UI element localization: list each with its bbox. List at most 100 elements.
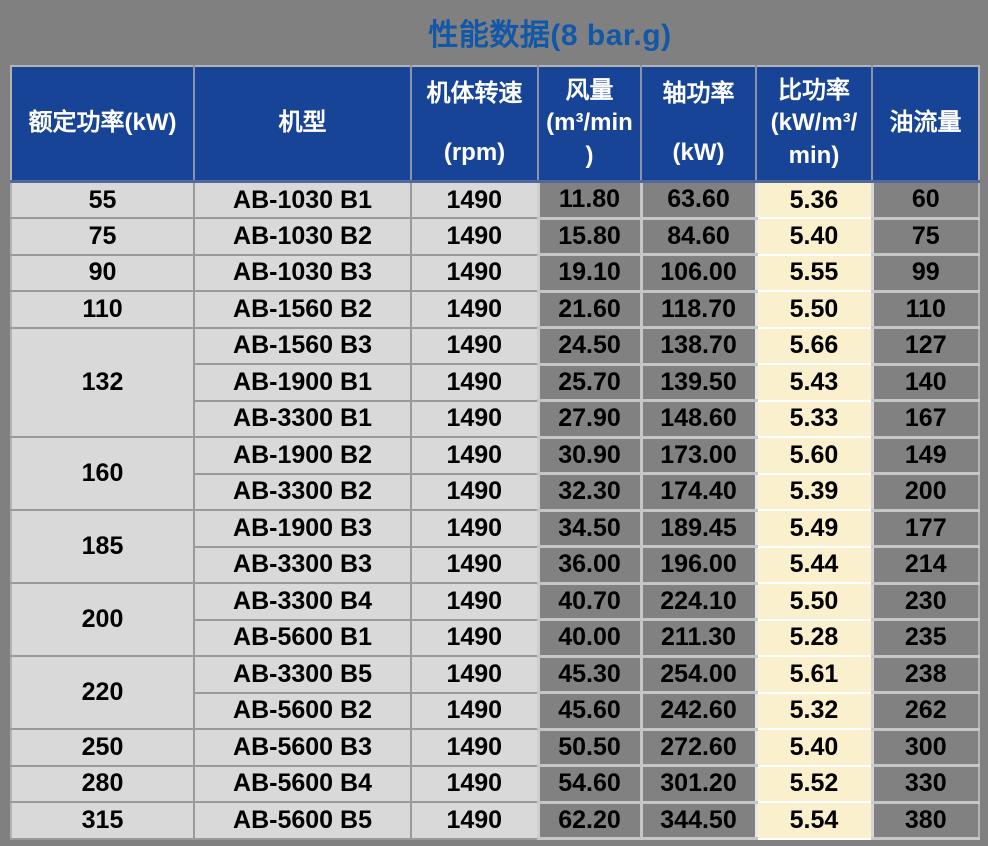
cell-rated-power: 75 [11,218,194,255]
table-row: 280 AB-5600 B4 1490 54.60 301.20 5.52 33… [11,766,979,803]
cell-airflow: 21.60 [538,291,641,328]
cell-oil-flow: 167 [872,401,979,438]
cell-specific-power: 5.60 [756,437,872,474]
column-header-oil-flow: 油流量 [872,66,979,182]
cell-airflow: 15.80 [538,218,641,255]
cell-model: AB-1900 B3 [194,510,411,547]
column-header-speed: 机体转速(rpm) [411,66,538,182]
column-header-shaft-power: 轴功率 (kW) [641,66,756,182]
table-row: 55 AB-1030 B1 1490 11.80 63.60 5.36 60 [11,182,979,219]
cell-speed: 1490 [411,364,538,401]
cell-model: AB-5600 B3 [194,729,411,766]
table-row: 200 AB-3300 B4 1490 40.70 224.10 5.50 23… [11,583,979,620]
cell-airflow: 25.70 [538,364,641,401]
table-row: 185 AB-1900 B3 1490 34.50 189.45 5.49 17… [11,510,979,547]
cell-specific-power: 5.33 [756,401,872,438]
cell-oil-flow: 238 [872,656,979,693]
cell-speed: 1490 [411,474,538,511]
cell-shaft-power: 242.60 [641,693,756,730]
cell-rated-power: 132 [11,328,194,438]
column-header-specific-power: 比功率(kW/m³/min) [756,66,872,182]
cell-speed: 1490 [411,656,538,693]
header-unit: (kW) [673,137,725,169]
cell-speed: 1490 [411,583,538,620]
cell-rated-power: 55 [11,182,194,219]
cell-oil-flow: 214 [872,547,979,584]
cell-airflow: 50.50 [538,729,641,766]
cell-model: AB-1560 B2 [194,291,411,328]
cell-specific-power: 5.66 [756,328,872,365]
table-row: 160 AB-1900 B2 1490 30.90 173.00 5.60 14… [11,437,979,474]
header-row: 额定功率(kW) 机型 机体转速(rpm) 风量(m³/min) 轴功率(kW)… [11,66,979,182]
cell-speed: 1490 [411,218,538,255]
cell-model: AB-1030 B2 [194,218,411,255]
cell-speed: 1490 [411,437,538,474]
cell-speed: 1490 [411,401,538,438]
cell-airflow: 27.90 [538,401,641,438]
cell-speed: 1490 [411,547,538,584]
table-row: 90 AB-1030 B3 1490 19.10 106.00 5.55 99 [11,255,979,292]
cell-specific-power: 5.28 [756,620,872,657]
cell-shaft-power: 211.30 [641,620,756,657]
cell-model: AB-3300 B2 [194,474,411,511]
cell-specific-power: 5.39 [756,474,872,511]
cell-shaft-power: 118.70 [641,291,756,328]
cell-airflow: 40.70 [538,583,641,620]
cell-airflow: 40.00 [538,620,641,657]
cell-model: AB-5600 B2 [194,693,411,730]
table-row: 110 AB-1560 B2 1490 21.60 118.70 5.50 11… [11,291,979,328]
cell-shaft-power: 344.50 [641,802,756,839]
header-label: 风量 [566,75,614,107]
cell-oil-flow: 230 [872,583,979,620]
cell-oil-flow: 177 [872,510,979,547]
cell-model: AB-3300 B5 [194,656,411,693]
header-label: 油流量 [890,107,962,139]
cell-speed: 1490 [411,766,538,803]
cell-specific-power: 5.55 [756,255,872,292]
header-unit: min) [789,140,840,172]
cell-specific-power: 5.36 [756,182,872,219]
cell-oil-flow: 60 [872,182,979,219]
cell-model: AB-3300 B4 [194,583,411,620]
cell-oil-flow: 110 [872,291,979,328]
cell-specific-power: 5.49 [756,510,872,547]
cell-shaft-power: 272.60 [641,729,756,766]
cell-shaft-power: 254.00 [641,656,756,693]
cell-model: AB-1030 B3 [194,255,411,292]
cell-airflow: 45.60 [538,693,641,730]
cell-oil-flow: 99 [872,255,979,292]
header-label: 机体转速 [427,78,523,110]
cell-shaft-power: 189.45 [641,510,756,547]
cell-speed: 1490 [411,510,538,547]
cell-airflow: 45.30 [538,656,641,693]
cell-model: AB-5600 B4 [194,766,411,803]
cell-rated-power: 90 [11,255,194,292]
cell-specific-power: 5.54 [756,802,872,839]
cell-oil-flow: 330 [872,766,979,803]
cell-shaft-power: 224.10 [641,583,756,620]
cell-shaft-power: 138.70 [641,328,756,365]
cell-rated-power: 160 [11,437,194,510]
cell-oil-flow: 75 [872,218,979,255]
cell-shaft-power: 301.20 [641,766,756,803]
performance-table: 额定功率(kW) 机型 机体转速(rpm) 风量(m³/min) 轴功率(kW)… [10,65,980,840]
cell-airflow: 32.30 [538,474,641,511]
cell-shaft-power: 196.00 [641,547,756,584]
cell-speed: 1490 [411,182,538,219]
cell-specific-power: 5.52 [756,766,872,803]
cell-airflow: 34.50 [538,510,641,547]
header-label: 额定功率(kW) [29,107,177,139]
cell-oil-flow: 235 [872,620,979,657]
cell-oil-flow: 380 [872,802,979,839]
cell-speed: 1490 [411,802,538,839]
cell-airflow: 11.80 [538,182,641,219]
cell-rated-power: 220 [11,656,194,729]
cell-shaft-power: 63.60 [641,182,756,219]
table-row: 315 AB-5600 B5 1490 62.20 344.50 5.54 38… [11,802,979,839]
column-header-model: 机型 [194,66,411,182]
cell-rated-power: 185 [11,510,194,583]
cell-speed: 1490 [411,328,538,365]
table-row: 220 AB-3300 B5 1490 45.30 254.00 5.61 23… [11,656,979,693]
header-unit: (kW/m³/ [771,107,858,139]
header-label: 轴功率 [663,78,735,110]
